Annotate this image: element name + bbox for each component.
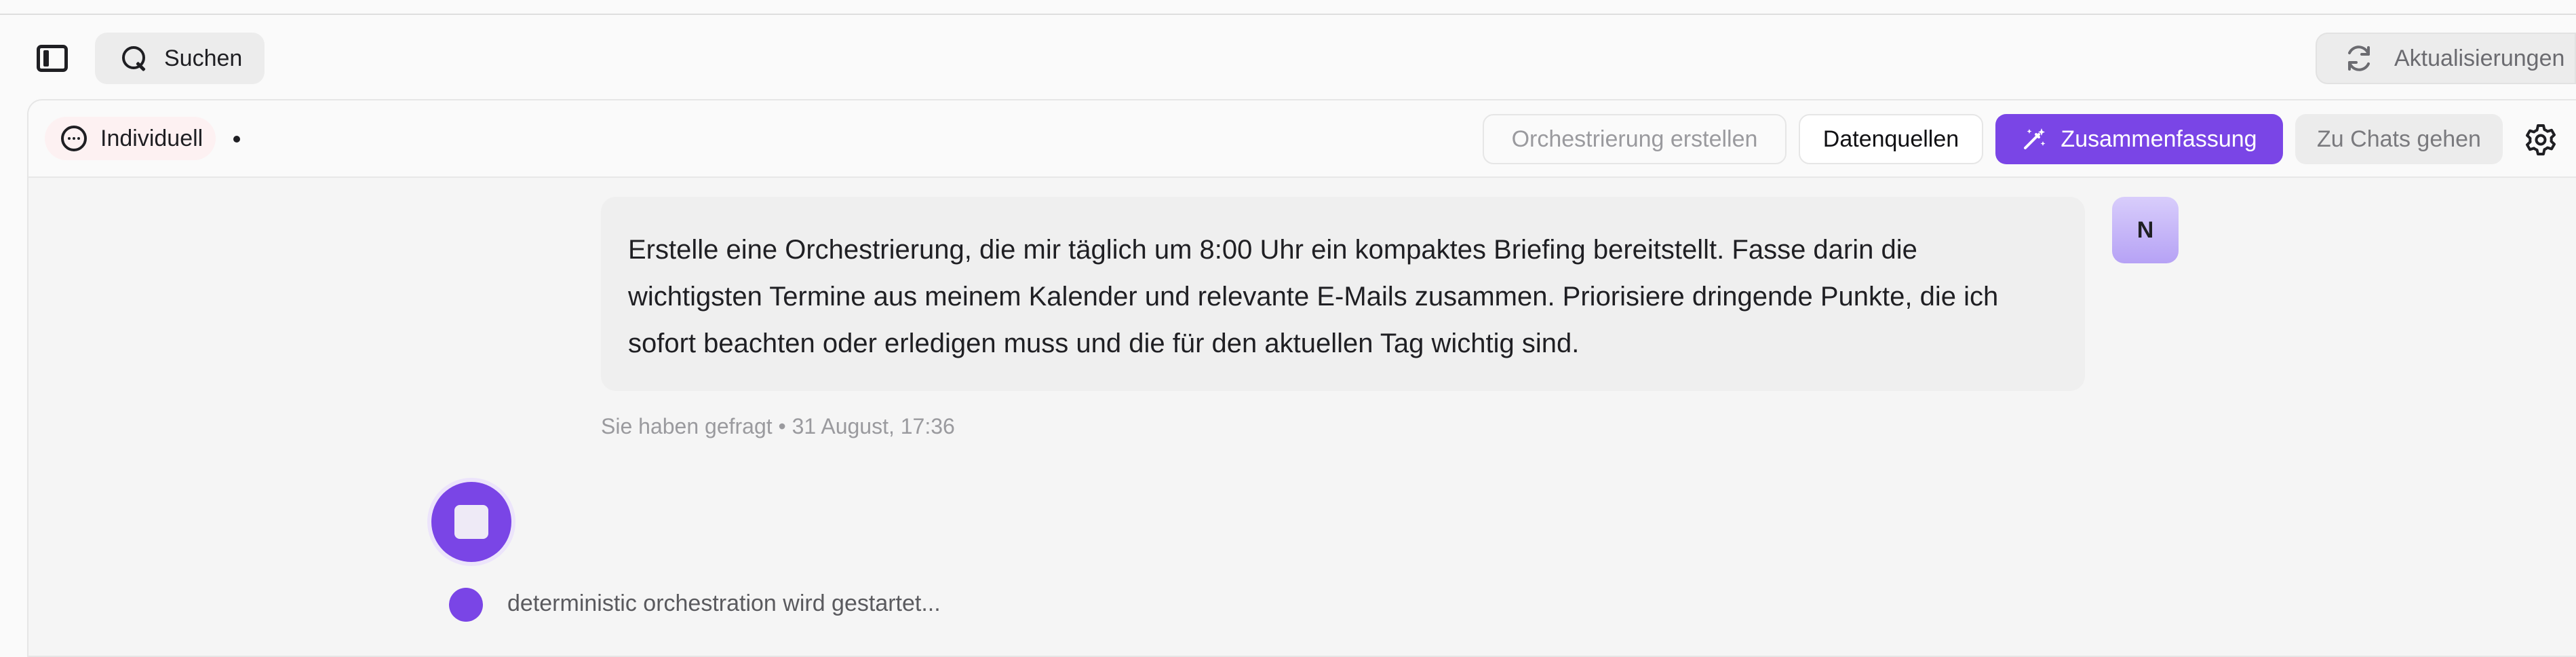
summary-button[interactable]: Zusammenfassung — [1995, 114, 2283, 164]
avatar: N — [2112, 197, 2179, 263]
summary-label: Zusammenfassung — [2061, 126, 2257, 152]
progress-status: deterministic orchestration wird gestart… — [507, 590, 941, 616]
search-icon — [121, 45, 148, 72]
datasources-button[interactable]: Datenquellen — [1799, 114, 1983, 164]
message-line: sofort beachten oder erledigen muss und … — [628, 328, 1580, 358]
stop-icon — [454, 505, 488, 539]
search-button[interactable]: Suchen — [95, 33, 265, 84]
go-to-chats-button[interactable]: Zu Chats gehen — [2295, 114, 2503, 164]
message-line: wichtigsten Termine aus meinem Kalender … — [628, 282, 1999, 312]
mode-label: Individuell — [100, 125, 203, 151]
chat-panel: Individuell Orchestrierung erstellen Dat… — [27, 99, 2576, 657]
chat-bubble-icon — [61, 126, 87, 151]
progress-indicator — [449, 588, 483, 622]
user-message-bubble: Erstelle eine Orchestrierung, die mir tä… — [601, 197, 2085, 391]
updates-button[interactable]: Aktualisierungen — [2316, 33, 2576, 84]
message-meta: Sie haben gefragt • 31 August, 17:36 — [601, 414, 955, 438]
updates-label: Aktualisierungen — [2394, 45, 2565, 71]
app-window: Suchen Aktualisierungen Individuell Orch… — [0, 0, 2576, 657]
magic-wand-icon — [2021, 126, 2047, 152]
message-line: Erstelle eine Orchestrierung, die mir tä… — [628, 235, 1917, 265]
gear-icon[interactable] — [2522, 121, 2560, 159]
search-label: Suchen — [164, 45, 243, 71]
chat-header: Individuell Orchestrierung erstellen Dat… — [28, 100, 2576, 178]
top-bar: Suchen Aktualisierungen — [0, 15, 2576, 100]
create-orchestration-button[interactable]: Orchestrierung erstellen — [1483, 114, 1787, 164]
refresh-icon — [2344, 43, 2374, 73]
sidebar-toggle-icon[interactable] — [37, 45, 68, 72]
status-dot — [233, 136, 240, 143]
mode-chip[interactable]: Individuell — [45, 117, 216, 160]
stop-button[interactable] — [431, 482, 511, 562]
